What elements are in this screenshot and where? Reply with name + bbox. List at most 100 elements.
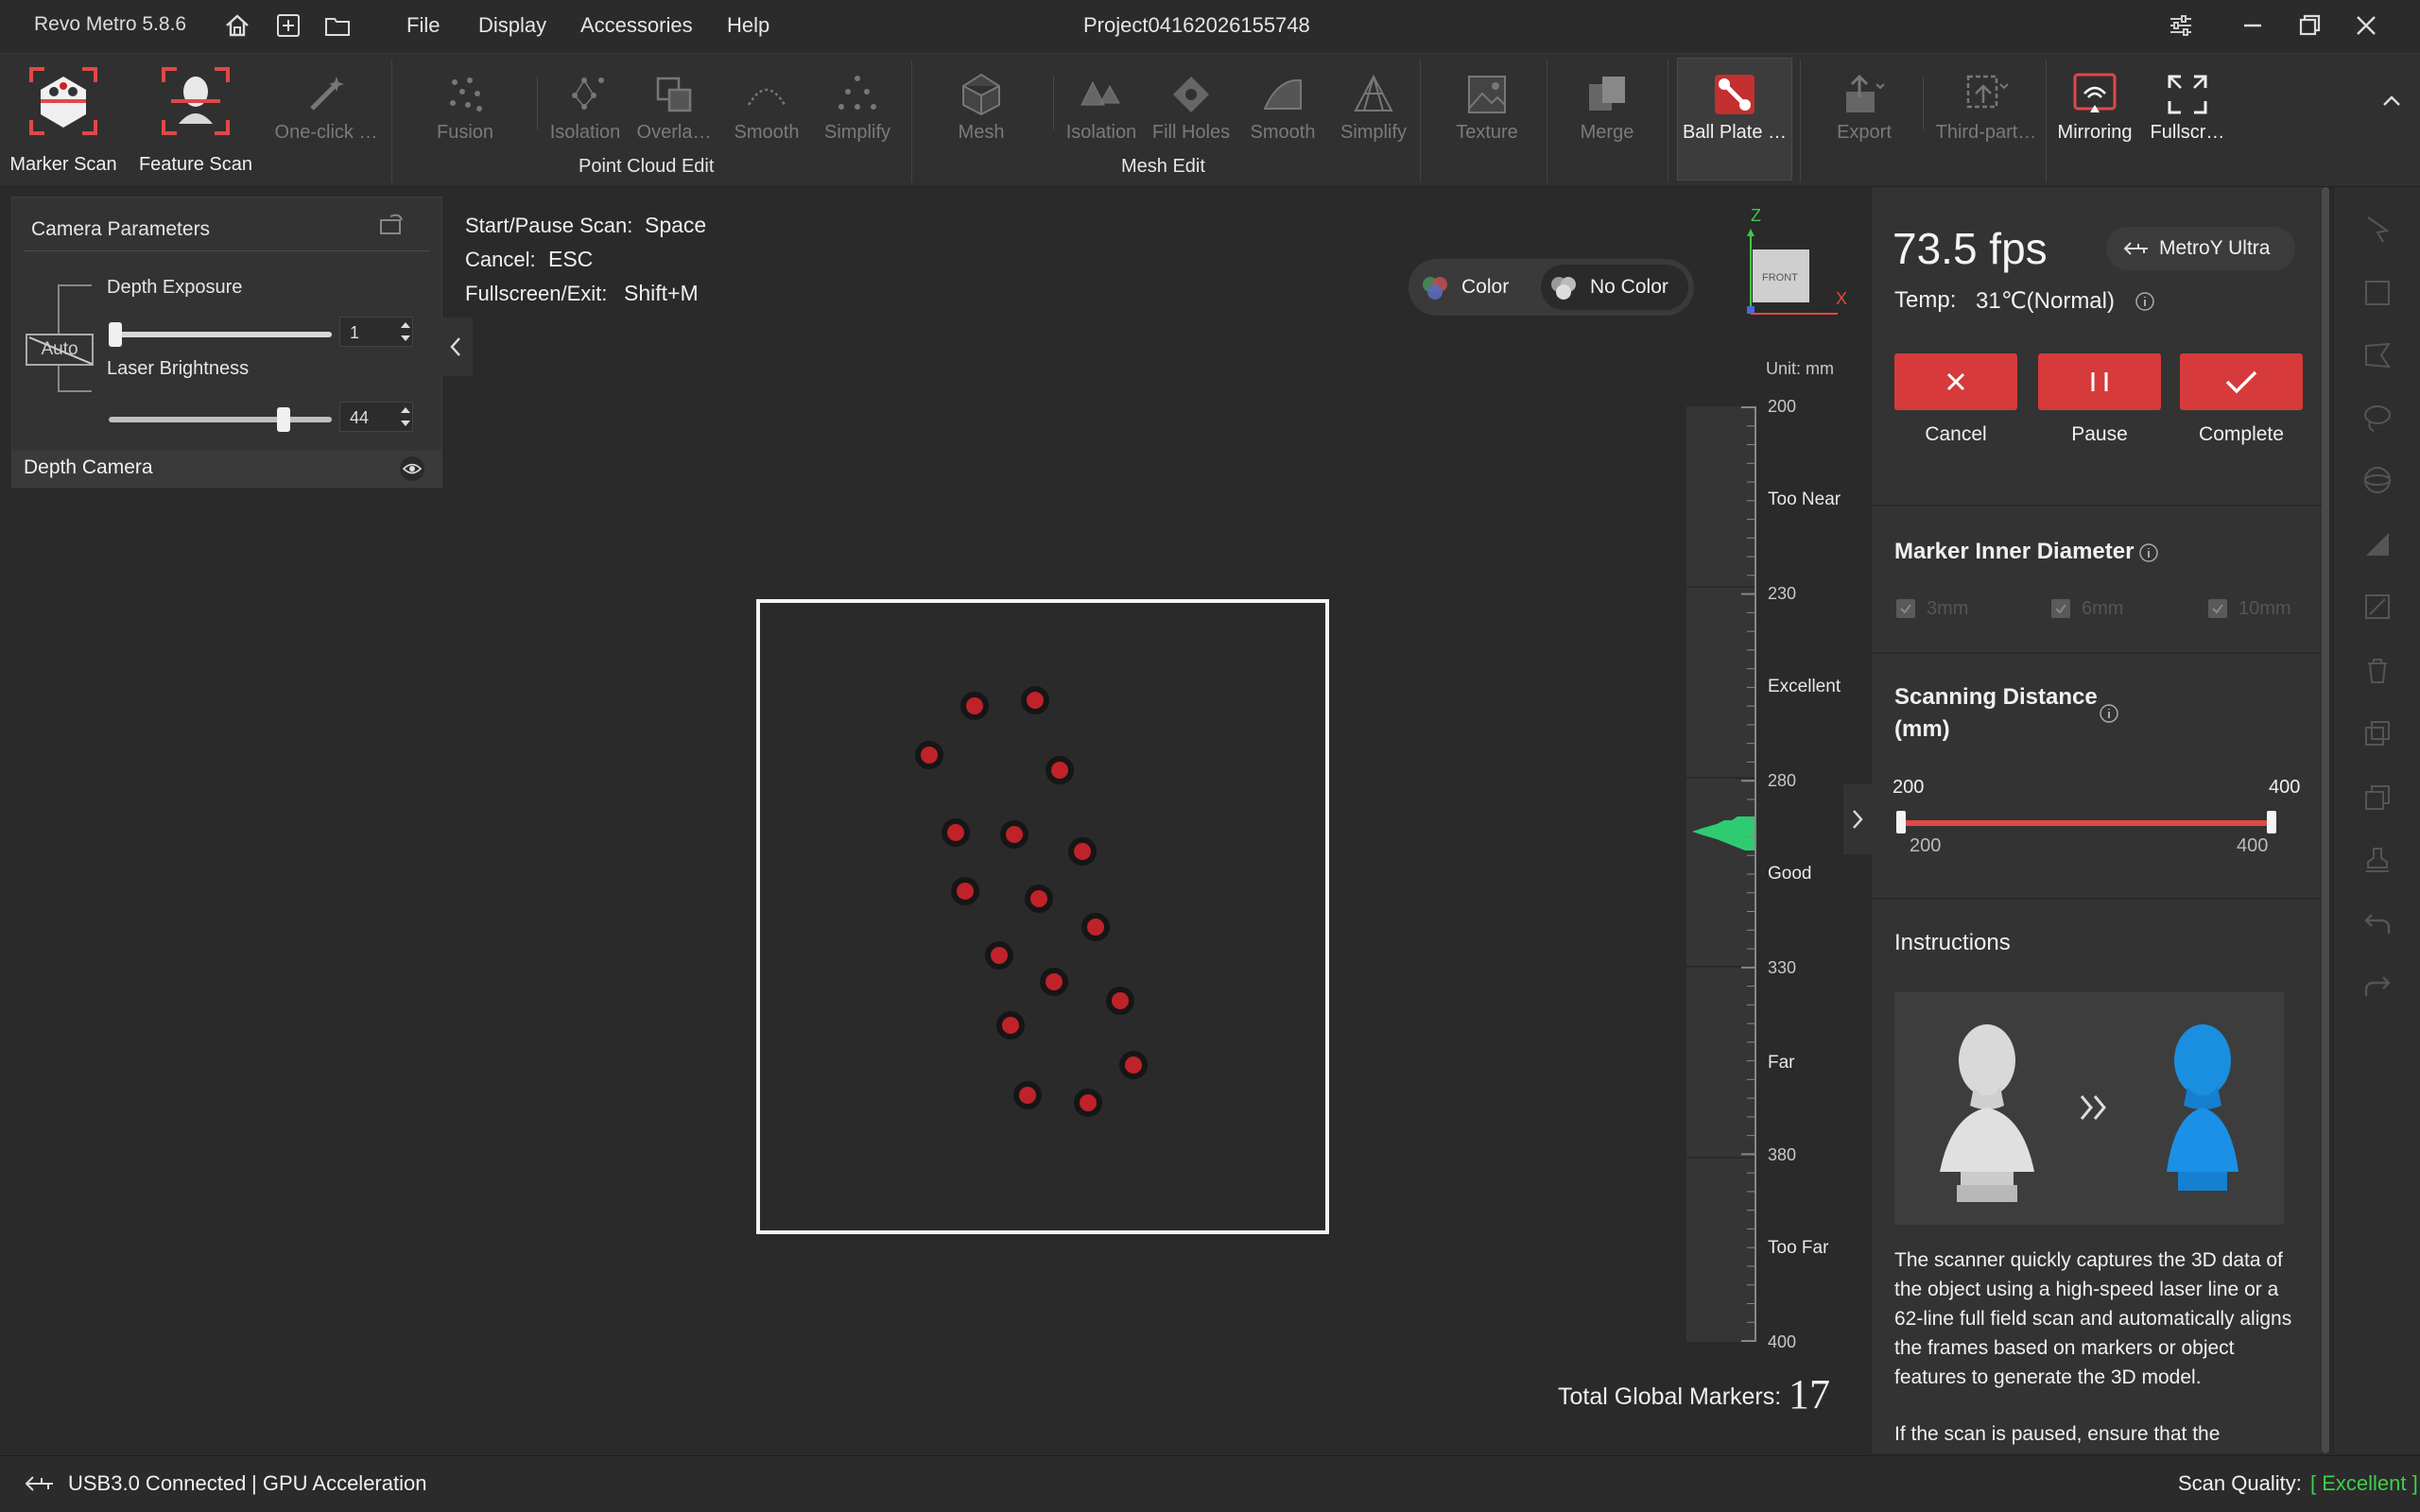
new-project-icon[interactable] [274,11,302,40]
marker-dot [1013,1081,1042,1109]
pause-scan-button[interactable] [2038,353,2161,410]
ruler-tick-label: 230 [1768,584,1797,603]
pc-fusion-button[interactable]: Fusion [422,61,509,156]
laser-brightness-thumb[interactable] [276,407,290,432]
depth-camera-row[interactable]: Depth Camera [12,451,441,487]
mesh-button[interactable]: Mesh [938,61,1025,156]
home-icon[interactable] [223,11,251,40]
settings-sliders-icon[interactable] [2165,9,2197,42]
undo-icon[interactable] [2360,907,2394,941]
marker-10mm-checkbox[interactable]: 10mm [2208,597,2322,624]
temp-label: Temp: [1894,287,1957,313]
marker-3mm-checkbox[interactable]: 3mm [1896,597,2038,624]
collapse-ribbon-icon[interactable] [2380,90,2403,112]
pc-smooth-button[interactable]: Smooth [724,61,809,156]
depth-exposure-slider[interactable] [109,332,332,337]
feature-scan-button[interactable]: Feature Scan [136,58,255,180]
menu-display[interactable]: Display [478,13,546,38]
marker-6mm-checkbox[interactable]: 6mm [2051,597,2193,624]
auto-toggle[interactable]: Auto [26,334,94,366]
distance-max-thumb[interactable] [2267,811,2276,833]
restore-icon[interactable] [2293,9,2325,42]
redo-icon[interactable] [2360,970,2394,1004]
menu-file[interactable]: File [406,13,440,38]
simplify-icon [838,76,876,110]
marker-dot [942,818,970,847]
scrollbar-thumb[interactable] [2322,187,2329,1453]
right-panel-scrollbar[interactable] [2322,187,2329,1453]
axis-front-label: FRONT [1762,272,1798,284]
plane-select-icon[interactable] [2360,527,2394,561]
fullscreen-icon [2168,75,2207,114]
menu-help[interactable]: Help [727,13,769,38]
mesh-simplify-button[interactable]: Simplify [1331,61,1416,156]
temp-value: 31℃(Normal) [1976,288,2115,314]
depth-exposure-thumb[interactable] [109,322,122,347]
connected-select-icon[interactable] [2360,590,2394,624]
pc-overlap-button[interactable]: Overla… [631,61,717,156]
axis-x-label: X [1836,289,1848,308]
complete-scan-button[interactable] [2180,353,2303,410]
ribbon-separator [1053,77,1054,129]
color-option[interactable]: Color [1418,266,1541,308]
pc-isolation-button[interactable]: Isolation [543,61,628,156]
third-party-button[interactable]: Third-part… [1928,61,2044,156]
copy-icon[interactable] [2360,716,2394,750]
fill-holes-button[interactable]: Fill Holes [1148,61,1235,156]
delete-icon[interactable] [2360,654,2394,688]
isolation-icon [572,77,604,110]
camera-parameters-panel: Camera Parameters Auto Depth Exposure 1 … [11,197,442,488]
info-icon[interactable] [2099,703,2119,724]
minimize-icon[interactable] [2237,9,2269,42]
eye-icon[interactable] [398,455,426,483]
lasso-select-icon[interactable] [2360,401,2394,435]
device-badge[interactable]: MetroY Ultra [2106,227,2295,270]
usb-icon [2123,242,2148,255]
link-bracket-top [58,284,92,337]
info-icon[interactable] [2138,542,2159,563]
mesh-edit-group-label: Mesh Edit [1121,156,1205,177]
checkmark-icon [2055,604,2066,614]
stamp-icon[interactable] [2360,843,2394,877]
rect-select-icon[interactable] [2360,276,2394,310]
ruler-ticks [1741,406,1754,1342]
spinner-arrows-icon[interactable] [398,318,413,345]
project-title: Project04162026155748 [1083,13,1310,37]
laser-brightness-label: Laser Brightness [107,358,250,379]
polygon-select-icon[interactable] [2360,338,2394,372]
merge-button[interactable]: Merge [1562,61,1652,156]
close-icon[interactable] [2350,9,2382,42]
merge-icon [1589,77,1625,111]
instructions-image [1894,992,2284,1225]
distance-range-slider[interactable] [1902,820,2271,826]
reset-icon[interactable] [375,209,407,241]
mirroring-button[interactable]: Mirroring [2051,61,2138,156]
ribbon-separator [537,77,538,129]
pc-simplify-button[interactable]: Simplify [815,61,900,156]
marker-dot [1025,885,1053,913]
marker-scan-button[interactable]: Marker Scan [6,58,121,180]
mesh-isolation-button[interactable]: Isolation [1059,61,1144,156]
select-cursor-icon[interactable] [2360,212,2394,246]
start-pause-hint-key: Space [645,213,707,237]
open-folder-icon[interactable] [323,11,352,40]
laser-brightness-slider[interactable] [109,417,332,422]
export-button[interactable]: Export [1815,61,1913,156]
no-color-option[interactable]: No Color [1541,265,1688,310]
spinner-arrows-icon[interactable] [398,404,413,430]
ball-plate-button[interactable]: Ball Plate … [1677,61,1792,156]
mesh-smooth-button[interactable]: Smooth [1240,61,1325,156]
sphere-select-icon[interactable] [2360,463,2394,497]
duplicate-icon[interactable] [2360,781,2394,815]
texture-button[interactable]: Texture [1439,61,1535,156]
fullscreen-hint-key: Shift+M [624,281,699,305]
expand-right-panel-button[interactable] [1843,784,1872,854]
overlap-icon [656,77,692,112]
info-icon[interactable] [2135,291,2155,312]
one-click-button[interactable]: One-click … [270,61,382,156]
distance-min-thumb[interactable] [1896,811,1906,833]
cancel-scan-button[interactable] [1894,353,2017,410]
fullscreen-button[interactable]: Fullscr… [2144,61,2231,156]
collapse-panel-button[interactable] [441,318,473,376]
menu-accessories[interactable]: Accessories [580,13,693,38]
